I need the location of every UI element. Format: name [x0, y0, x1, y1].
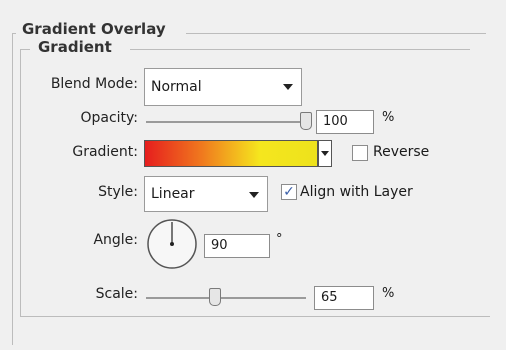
- style-select[interactable]: Linear: [144, 176, 268, 212]
- opacity-value: 100: [323, 114, 348, 129]
- chevron-down-icon: [283, 84, 293, 90]
- subgroup-border-top-right: [130, 49, 470, 50]
- angle-dial-center: [170, 242, 174, 246]
- group-border-top-right: [186, 33, 486, 34]
- scale-input[interactable]: 65: [314, 286, 374, 310]
- reverse-label[interactable]: Reverse: [373, 144, 429, 160]
- angle-value: 90: [211, 238, 228, 253]
- scale-unit: %: [382, 286, 395, 301]
- scale-value: 65: [321, 290, 338, 305]
- scale-slider-track[interactable]: [146, 297, 306, 299]
- opacity-unit: %: [382, 110, 395, 125]
- reverse-checkbox[interactable]: [352, 145, 368, 161]
- gradient-picker-button[interactable]: [318, 140, 332, 167]
- scale-label: Scale:: [95, 286, 138, 302]
- angle-dial[interactable]: [146, 218, 198, 270]
- opacity-label: Opacity:: [80, 110, 138, 126]
- chevron-down-icon: [321, 151, 329, 156]
- chevron-down-icon: [249, 192, 259, 198]
- gradient-label: Gradient:: [72, 144, 138, 160]
- blend-mode-value: Normal: [151, 79, 202, 95]
- panel-title: Gradient Overlay: [20, 20, 168, 38]
- angle-unit: °: [276, 232, 283, 247]
- section-subtitle: Gradient: [36, 38, 114, 56]
- angle-input[interactable]: 90: [204, 234, 270, 258]
- opacity-input[interactable]: 100: [316, 110, 374, 134]
- style-value: Linear: [151, 186, 195, 202]
- opacity-slider-track[interactable]: [146, 121, 306, 123]
- blend-mode-label: Blend Mode:: [50, 76, 138, 92]
- blend-mode-select[interactable]: Normal: [144, 68, 302, 106]
- opacity-slider-thumb[interactable]: [300, 112, 312, 130]
- scale-slider-thumb[interactable]: [208, 288, 221, 306]
- gradient-preview[interactable]: [144, 140, 318, 167]
- align-with-layer-checkbox[interactable]: ✓: [281, 184, 297, 200]
- angle-label: Angle:: [93, 232, 138, 248]
- subgroup-border-bottom: [20, 316, 490, 317]
- subgroup-border-top-left: [20, 49, 30, 50]
- style-label: Style:: [98, 184, 138, 200]
- align-with-layer-label[interactable]: Align with Layer: [300, 184, 413, 200]
